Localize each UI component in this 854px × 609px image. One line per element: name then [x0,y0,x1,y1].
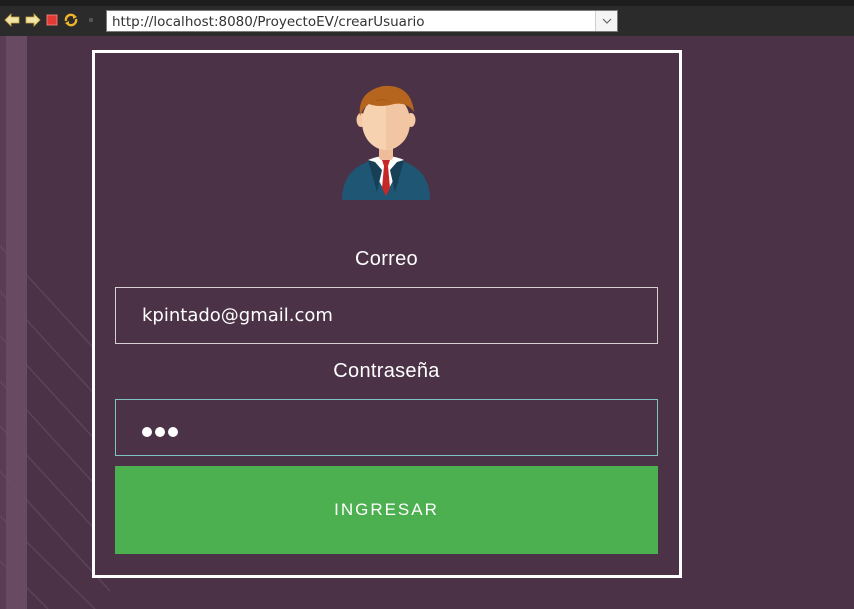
browser-toolbar: http://localhost:8080/ProyectoEV/crearUs… [0,6,854,36]
password-masked-value[interactable] [142,421,181,442]
email-value[interactable]: kpintado@gmail.com [142,305,333,326]
ingresar-button[interactable]: INGRESAR [115,466,658,554]
password-label: Contraseña [333,360,440,382]
forward-arrow-icon[interactable] [25,12,41,28]
toolbar-separator [89,18,93,22]
user-avatar-icon [339,80,433,200]
url-text[interactable]: http://localhost:8080/ProyectoEV/crearUs… [112,14,425,30]
refresh-icon[interactable] [63,12,79,28]
url-dropdown-button[interactable] [595,11,617,31]
chevron-down-icon [602,18,611,24]
password-dot [168,427,178,437]
password-dot [142,427,152,437]
email-label: Correo [355,248,418,270]
password-dot [155,427,165,437]
back-arrow-icon[interactable] [4,12,20,28]
stop-icon[interactable] [44,12,60,28]
email-input[interactable]: kpintado@gmail.com [115,287,658,344]
address-bar[interactable]: http://localhost:8080/ProyectoEV/crearUs… [106,10,618,32]
password-input[interactable] [115,399,658,456]
